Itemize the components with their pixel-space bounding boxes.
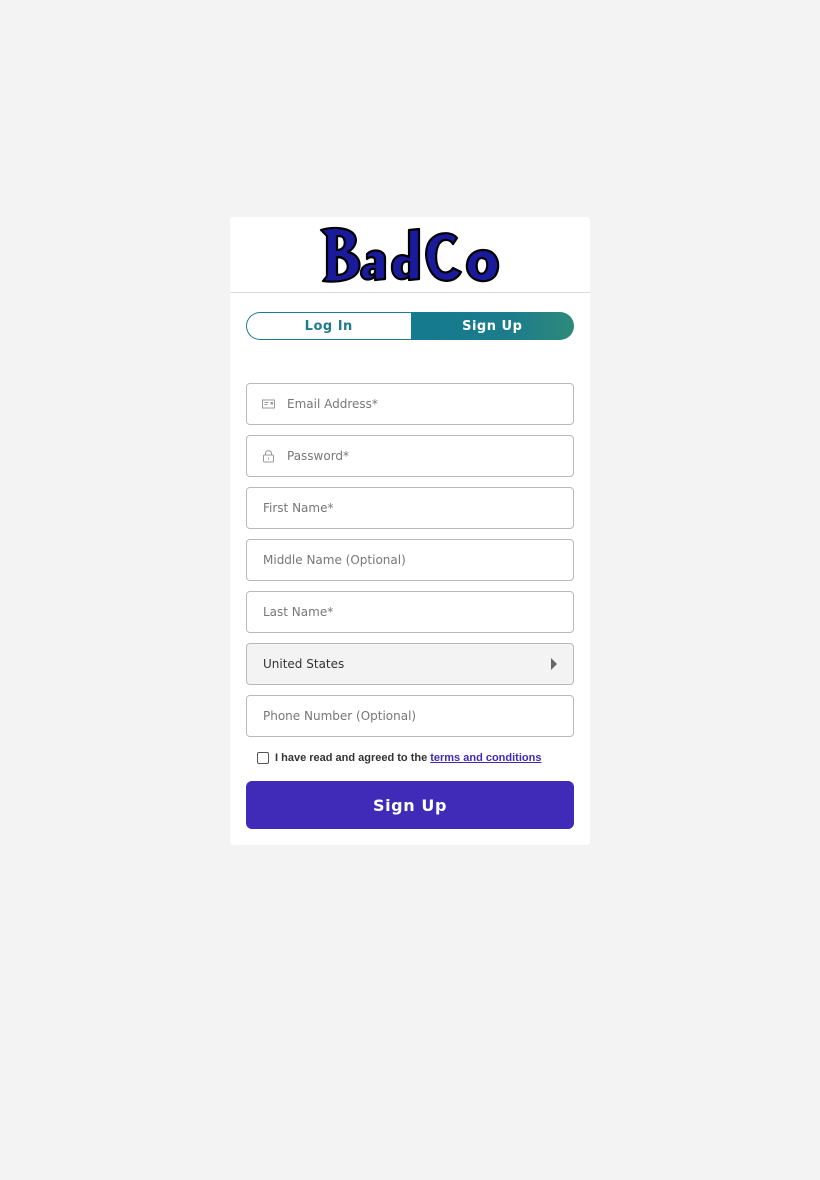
sign-up-button[interactable]: Sign Up — [246, 781, 574, 829]
first-name-input[interactable] — [247, 488, 573, 528]
phone-input[interactable] — [247, 696, 573, 736]
password-input[interactable] — [247, 436, 573, 476]
caret-right-icon — [551, 658, 557, 670]
auth-tabs: Log In Sign Up — [246, 312, 574, 340]
first-name-field — [246, 487, 574, 529]
email-field — [246, 383, 574, 425]
last-name-input[interactable] — [247, 592, 573, 632]
phone-field — [246, 695, 574, 737]
terms-text: I have read and agreed to the — [275, 752, 428, 764]
middle-name-field — [246, 539, 574, 581]
tab-log-in[interactable]: Log In — [246, 312, 411, 340]
country-select-value: United States — [263, 657, 345, 671]
badco-logo — [319, 226, 500, 283]
logo-header — [230, 217, 590, 293]
terms-row: I have read and agreed to the terms and … — [257, 752, 541, 764]
middle-name-input[interactable] — [247, 540, 573, 580]
country-select[interactable]: United States — [246, 643, 574, 685]
envelope-icon — [262, 399, 275, 409]
terms-link[interactable]: terms and conditions — [430, 752, 541, 764]
lock-icon — [263, 450, 274, 463]
terms-checkbox[interactable] — [257, 752, 269, 764]
password-field — [246, 435, 574, 477]
tab-sign-up[interactable]: Sign Up — [410, 312, 574, 340]
signup-card: Log In Sign Up United States — [230, 217, 590, 845]
email-input[interactable] — [247, 384, 573, 424]
last-name-field — [246, 591, 574, 633]
